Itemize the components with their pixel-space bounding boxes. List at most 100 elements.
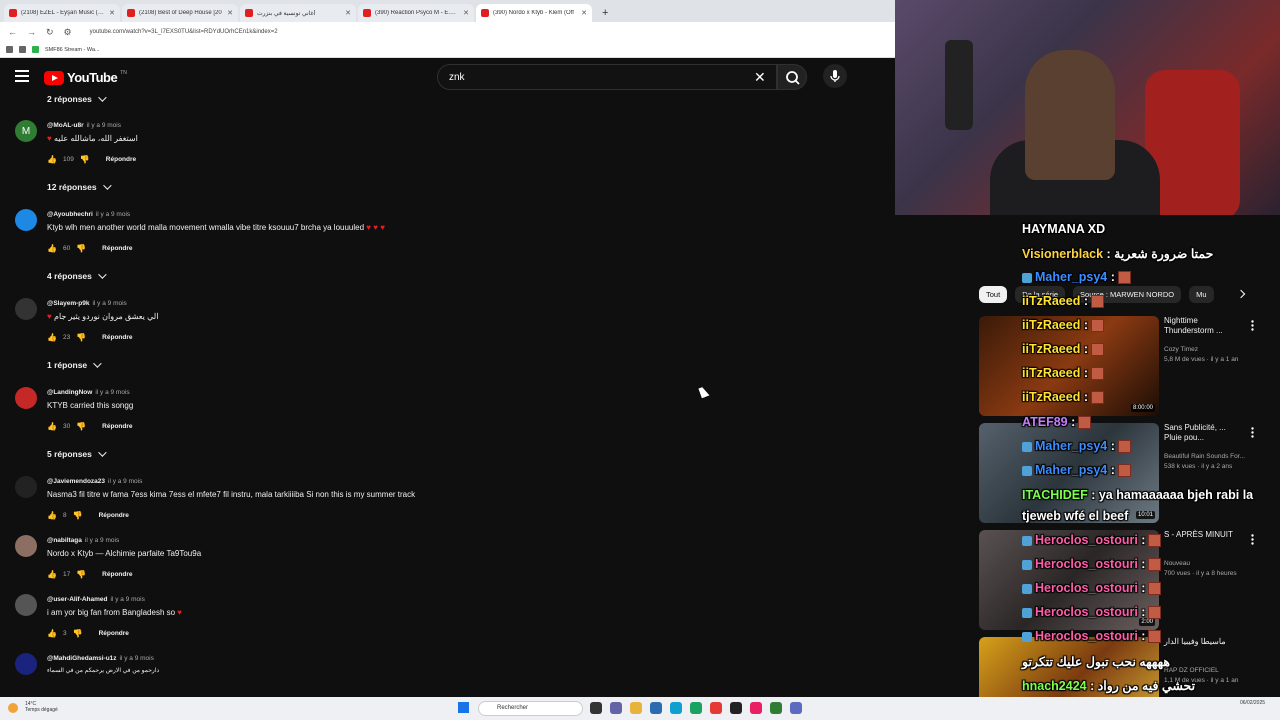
replies-label: 1 réponse <box>47 360 88 370</box>
reply-button[interactable]: Répondre <box>102 571 132 578</box>
replies-toggle[interactable]: 12 réponses <box>47 181 112 192</box>
avatar[interactable] <box>15 298 37 320</box>
close-icon[interactable]: ✕ <box>581 9 587 17</box>
windows-start-icon[interactable] <box>458 702 469 713</box>
new-tab-button[interactable]: + <box>594 7 616 22</box>
clear-search-icon[interactable]: ✕ <box>754 69 766 86</box>
dislike-icon[interactable]: 👎 <box>76 333 86 342</box>
like-icon[interactable]: 👍 <box>47 629 57 638</box>
replies-toggle[interactable]: 2 réponses <box>47 93 107 104</box>
comment-author[interactable]: @Slayem-p9k <box>47 300 89 307</box>
comment-time[interactable]: il y a 9 mois <box>120 655 154 662</box>
grid-icon[interactable] <box>19 46 26 53</box>
like-icon[interactable]: 👍 <box>47 333 57 342</box>
weather-icon[interactable] <box>8 703 18 713</box>
comment-author[interactable]: @LandingNow <box>47 389 92 396</box>
avatar[interactable] <box>15 387 37 409</box>
url-field[interactable]: youtube.com/watch?v=3L_l7EXS0TU&list=RDY… <box>90 29 278 35</box>
terminal-icon[interactable] <box>770 702 782 714</box>
teams-icon[interactable] <box>610 702 622 714</box>
browser-tab-active[interactable]: (390) Nordo x Ktyb - Klem (Off ✕ <box>476 4 592 22</box>
comment-time[interactable]: il y a 9 mois <box>85 537 119 544</box>
file-explorer-icon[interactable] <box>630 702 642 714</box>
menu-icon[interactable] <box>15 70 29 82</box>
comment-actions: 👍 109 👎 Répondre <box>47 155 136 164</box>
dislike-icon[interactable]: 👎 <box>73 511 83 520</box>
discord-icon[interactable] <box>790 702 802 714</box>
like-icon[interactable]: 👍 <box>47 511 57 520</box>
like-icon[interactable]: 👍 <box>47 570 57 579</box>
store-icon[interactable] <box>650 702 662 714</box>
reply-button[interactable]: Répondre <box>102 423 132 430</box>
browser-tab[interactable]: (2108) Best of Deep House [20 ✕ <box>122 4 238 22</box>
bookmark-item[interactable]: SMF86 Stream - Wa... <box>45 47 100 53</box>
dislike-icon[interactable]: 👎 <box>76 244 86 253</box>
browser-tab[interactable]: (390) Reaction Psyco M - E.C.T ✕ <box>358 4 474 22</box>
avatar[interactable] <box>15 594 37 616</box>
avatar[interactable] <box>15 653 37 675</box>
voice-search-button[interactable] <box>823 64 847 88</box>
comment-time[interactable]: il y a 9 mois <box>95 389 129 396</box>
task-view-icon[interactable] <box>590 702 602 714</box>
chat-user: Maher_psy4 <box>1035 270 1108 284</box>
avatar[interactable] <box>15 209 37 231</box>
edge-icon[interactable] <box>670 702 682 714</box>
like-icon[interactable]: 👍 <box>47 155 57 164</box>
comment-time[interactable]: il y a 9 mois <box>92 300 126 307</box>
chat-text: : ya hamaaaaaa bjeh rabi la <box>1087 488 1254 502</box>
browser-tab[interactable]: (2108) EZEL - Eyşan Music (Um ✕ <box>4 4 120 22</box>
back-icon[interactable]: ← <box>8 27 17 37</box>
avatar[interactable] <box>15 535 37 557</box>
comment-time[interactable]: il y a 9 mois <box>96 211 130 218</box>
avatar[interactable]: M <box>15 120 37 142</box>
chip-all[interactable]: Tout <box>979 286 1008 303</box>
site-info-icon[interactable]: ⚙ <box>64 27 72 38</box>
replies-toggle[interactable]: 5 réponses <box>47 448 107 459</box>
chrome-icon[interactable] <box>690 702 702 714</box>
search-button[interactable] <box>777 64 807 90</box>
apps-icon[interactable] <box>6 46 13 53</box>
close-icon[interactable]: ✕ <box>345 9 351 17</box>
close-icon[interactable]: ✕ <box>109 9 115 17</box>
obs-icon[interactable] <box>730 702 742 714</box>
weather-widget[interactable]: 14°C Temps dégagé <box>25 701 58 713</box>
forward-icon[interactable]: → <box>27 27 36 37</box>
comment-author[interactable]: @nabiltaga <box>47 537 82 544</box>
replies-toggle[interactable]: 4 réponses <box>47 270 107 281</box>
comment-time[interactable]: il y a 9 mois <box>111 596 145 603</box>
reply-button[interactable]: Répondre <box>99 512 129 519</box>
dislike-icon[interactable]: 👎 <box>76 422 86 431</box>
comment-author[interactable]: @Javiemendoza23 <box>47 478 105 485</box>
replies-toggle[interactable]: 1 réponse <box>47 359 102 370</box>
browser-tab[interactable]: أغاني تونسية في بنزرت ✕ <box>240 4 356 22</box>
heart-icon: ♥ <box>175 608 183 617</box>
close-icon[interactable]: ✕ <box>227 9 233 17</box>
system-clock[interactable]: 06/02/2025 <box>1240 700 1265 707</box>
reload-icon[interactable]: ↻ <box>46 27 54 38</box>
comment-author[interactable]: @user-Alif-Ahamed <box>47 596 108 603</box>
comment-author[interactable]: @MoAL-u8r <box>47 122 84 129</box>
comment-author[interactable]: @Ayoubhechri <box>47 211 93 218</box>
dislike-icon[interactable]: 👎 <box>76 570 86 579</box>
dislike-icon[interactable]: 👎 <box>80 155 90 164</box>
search-input[interactable]: znk ✕ <box>437 64 777 90</box>
emote-icon <box>1148 534 1162 548</box>
close-icon[interactable]: ✕ <box>463 9 469 17</box>
comment-time[interactable]: il y a 9 mois <box>108 478 142 485</box>
taskbar-search[interactable]: Rechercher <box>478 701 583 716</box>
youtube-app-icon[interactable] <box>710 702 722 714</box>
youtube-logo[interactable]: YouTube TN <box>44 70 127 85</box>
app-icon[interactable] <box>750 702 762 714</box>
emote-icon <box>1117 464 1131 478</box>
like-icon[interactable]: 👍 <box>47 422 57 431</box>
reply-button[interactable]: Répondre <box>99 630 129 637</box>
comment-author[interactable]: @MahdiGhedamsi-u1z <box>47 655 117 662</box>
like-icon[interactable]: 👍 <box>47 244 57 253</box>
comment-time[interactable]: il y a 9 mois <box>87 122 121 129</box>
avatar[interactable] <box>15 476 37 498</box>
chat-message: ATEF89 : <box>1022 415 1092 430</box>
dislike-icon[interactable]: 👎 <box>73 629 83 638</box>
reply-button[interactable]: Répondre <box>106 156 136 163</box>
reply-button[interactable]: Répondre <box>102 245 132 252</box>
reply-button[interactable]: Répondre <box>102 334 132 341</box>
